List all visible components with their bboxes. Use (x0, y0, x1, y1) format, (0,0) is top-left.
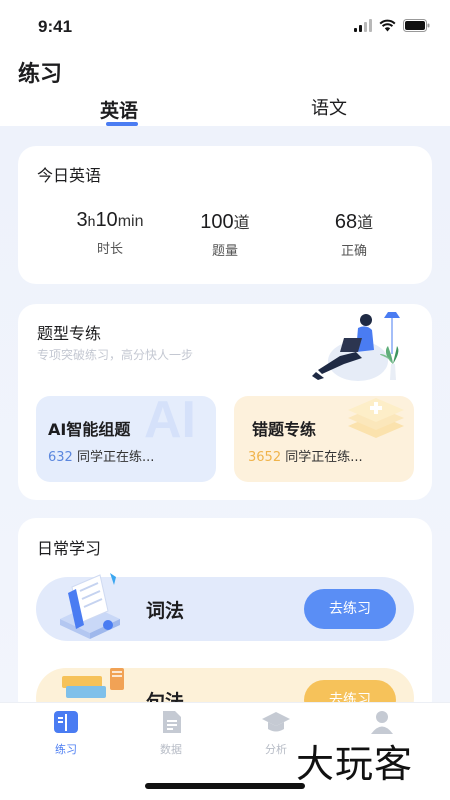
watermark-text: 大玩客 (296, 742, 414, 786)
mistakes-practice-tile[interactable]: 错题专练 3652 同学正在练... (234, 396, 414, 482)
ai-tile-count: 632 同学正在练... (48, 450, 155, 465)
tabbar-data-label: 数据 (160, 743, 182, 756)
wifi-icon (379, 19, 396, 32)
lexis-book-icon (60, 573, 120, 639)
tabbar-practice-label: 练习 (55, 743, 77, 756)
lexis-row[interactable]: 词法 去练习 (36, 573, 414, 641)
mistakes-tile-count: 3652 同学正在练... (248, 450, 363, 465)
battery-icon (403, 19, 430, 32)
graduation-cap-icon (262, 712, 290, 732)
stat-questions: 100道 题量 (165, 209, 285, 259)
status-icons (354, 19, 430, 32)
tabbar-data[interactable]: 数据 (141, 709, 201, 757)
tab-chinese[interactable]: 语文 (311, 94, 347, 120)
special-title: 题型专练 (37, 324, 102, 343)
mistakes-tile-title: 错题专练 (252, 420, 317, 439)
stat-correct: 68道 正确 (294, 209, 414, 259)
status-time: 9:41 (38, 17, 73, 36)
student-laptop-illustration (312, 312, 400, 381)
ai-smart-quiz-tile[interactable]: AI AI智能组题 632 同学正在练... (36, 396, 216, 482)
signal-icon (354, 19, 372, 32)
duration-value: 3h10min (76, 209, 144, 231)
questions-label: 题量 (211, 244, 238, 259)
lexis-practice-button[interactable]: 去练习 (304, 589, 396, 629)
person-icon (371, 711, 393, 734)
subject-tabs: 英语 语文 (0, 92, 450, 128)
correct-label: 正确 (340, 244, 367, 259)
tab-indicator (106, 122, 138, 126)
stat-duration: 3h10min 时长 (50, 209, 170, 257)
daily-title: 日常学习 (37, 539, 102, 558)
document-icon (163, 711, 181, 733)
special-subtitle: 专项突破练习，高分快人一步 (37, 348, 194, 362)
ai-watermark: AI (144, 396, 196, 449)
status-bar: 9:41 (0, 0, 450, 50)
tabbar-practice[interactable]: 练习 (36, 709, 96, 757)
layers-icon (348, 398, 404, 438)
today-title: 今日英语 (37, 166, 102, 185)
questions-value: 100道 (200, 211, 250, 233)
duration-label: 时长 (96, 242, 123, 257)
ai-tile-title: AI智能组题 (48, 420, 131, 439)
lexis-label: 词法 (146, 600, 185, 622)
correct-value: 68道 (334, 211, 374, 233)
home-indicator (145, 783, 305, 789)
book-icon (54, 711, 78, 733)
page-title: 练习 (18, 62, 63, 87)
tab-english[interactable]: 英语 (100, 96, 138, 123)
